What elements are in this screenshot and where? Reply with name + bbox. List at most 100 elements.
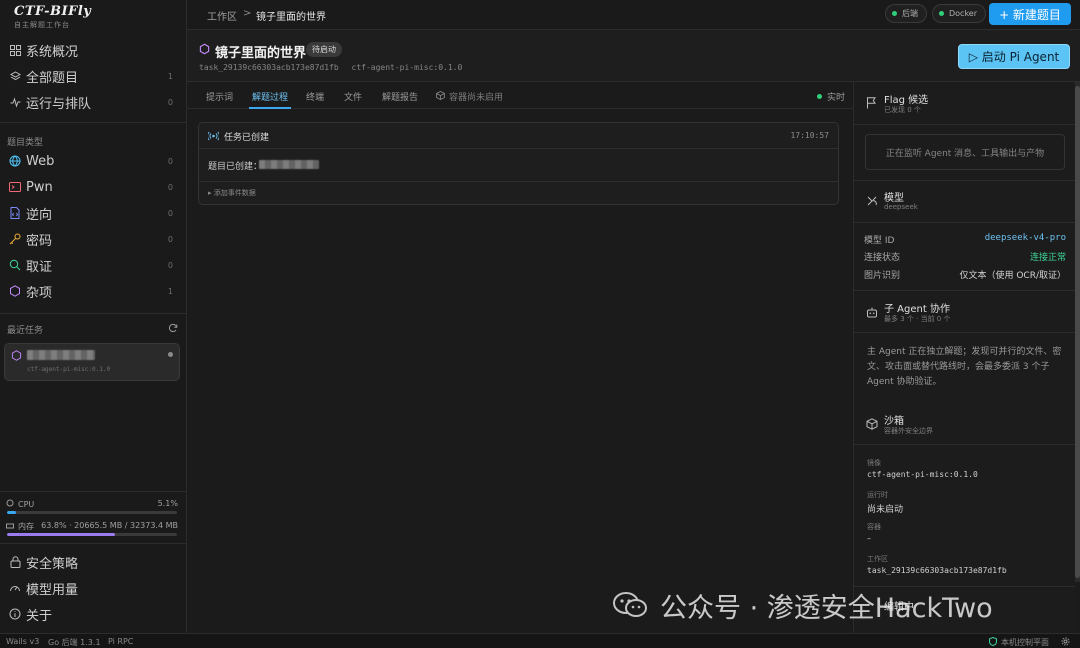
brand-logo[interactable]: CTF-BIFly 自主解题工作台 — [14, 4, 91, 30]
brand-name: CTF-BIFly — [14, 4, 92, 19]
divider — [854, 444, 1075, 445]
activity-icon — [9, 96, 21, 108]
nav-overview[interactable]: 系统概况 — [0, 38, 186, 62]
model-title: 模型 — [884, 193, 904, 204]
status-pi-rpc: Pi RPC — [108, 637, 134, 646]
recent-task-image: ctf-agent-pi-misc:0.1.0 — [27, 366, 111, 373]
docker-status-pill[interactable]: Docker — [932, 4, 987, 23]
main-panel: 提示词 解题过程 终端 文件 解题报告 容器尚未启用 实时 任务已创建 17:1… — [187, 82, 853, 633]
nav-all-challenges[interactable]: 全部题目 1 — [0, 64, 186, 88]
tab-container-label: 容器尚未启用 — [449, 93, 504, 103]
watermark: 公众号 · 渗透安全HackTwo — [612, 590, 993, 624]
nav-category-forensics[interactable]: 取证 0 — [0, 253, 186, 277]
layers-icon — [9, 70, 21, 82]
tab-container[interactable]: 容器尚未启用 — [436, 90, 503, 103]
tab-files[interactable]: 文件 — [344, 90, 362, 103]
gauge-icon — [9, 582, 21, 594]
nav-count: 0 — [167, 97, 173, 107]
nav-security-policy[interactable]: 安全策略 — [0, 550, 186, 574]
breadcrumb-root[interactable]: 工作区 — [207, 8, 237, 23]
tab-report[interactable]: 解题报告 — [382, 90, 418, 103]
flag-title: Flag 候选 — [884, 95, 929, 106]
gear-icon[interactable] — [1061, 637, 1070, 648]
bot-icon — [866, 306, 878, 318]
nav-runs-queue[interactable]: 运行与排队 0 — [0, 90, 186, 114]
nav-count: 0 — [167, 156, 173, 166]
tab-terminal[interactable]: 终端 — [306, 90, 324, 103]
nav-label: 运行与排队 — [26, 96, 92, 112]
recent-heading: 最近任务 — [7, 326, 44, 336]
connection-row: 连接状态 连接正常 — [864, 250, 1066, 263]
hexagon-icon — [199, 43, 210, 58]
watermark-text: 公众号 · 渗透安全HackTwo — [660, 592, 993, 624]
new-challenge-button[interactable]: + 新建题目 — [989, 3, 1071, 25]
nav-category-pwn[interactable]: Pwn 0 — [0, 175, 186, 199]
nav-category-reverse[interactable]: 逆向 0 — [0, 201, 186, 225]
search-icon — [9, 259, 21, 271]
sandbox-runtime-value: 尚未启动 — [867, 505, 904, 515]
redacted-task-name — [27, 350, 95, 360]
cpu-bar — [7, 511, 177, 514]
refresh-icon[interactable] — [168, 322, 178, 336]
task-id: task_29139c66303acb173e87d1fb — [199, 63, 339, 72]
expand-event-data[interactable]: ▸ 添加事件数据 — [208, 188, 256, 198]
nav-label: 密码 — [26, 233, 53, 249]
sidebar: CTF-BIFly 自主解题工作台 系统概况 全部题目 1 运行与排队 0 题目… — [0, 0, 187, 633]
subagents-description: 主 Agent 正在独立解题；发现可并行的文件、密文、攻击面或替代路线时，会最多… — [867, 347, 1062, 387]
right-panel: Flag 候选 已发现 0 个 正在监听 Agent 消息、工具输出与产物 模型… — [853, 82, 1075, 633]
divider — [199, 148, 838, 149]
subagents-title: 子 Agent 协作 — [884, 304, 950, 315]
backend-status-label: 后端 — [902, 9, 918, 18]
control-plane-indicator: 本机控制平面 — [989, 636, 1049, 648]
nav-label: 安全策略 — [26, 556, 79, 572]
lock-icon — [9, 556, 21, 568]
sandbox-workspace-value: task_29139c66303acb173e87d1fb — [867, 566, 1007, 575]
sandbox-runtime-label: 运行时 — [867, 491, 888, 499]
nav-count: 0 — [167, 208, 173, 218]
backend-status-pill[interactable]: 后端 — [885, 4, 927, 23]
nav-count: 0 — [167, 260, 173, 270]
active-tab-indicator — [249, 107, 291, 109]
memory-row: 内存 63.8% · 20665.5 MB / 32373.4 MB — [6, 521, 178, 532]
model-id-key: 模型 ID — [864, 236, 895, 246]
image-recognition-row: 图片识别 仅文本（使用 OCR/取证） — [864, 268, 1066, 281]
tab-solving-process[interactable]: 解题过程 — [252, 90, 288, 103]
memory-label: 内存 — [18, 522, 34, 531]
status-dot — [939, 11, 944, 16]
event-title: 任务已创建 — [224, 133, 270, 143]
docker-status-label: Docker — [949, 9, 978, 18]
memory-icon — [6, 522, 14, 532]
model-id-value: deepseek-v4-pro — [984, 233, 1066, 243]
memory-bar-fill — [7, 533, 116, 536]
sandbox-image-value: ctf-agent-pi-misc:0.1.0 — [867, 470, 978, 479]
scrollbar-thumb[interactable] — [1075, 86, 1080, 578]
nav-label: 取证 — [26, 259, 53, 275]
nav-category-crypto[interactable]: 密码 0 — [0, 227, 186, 251]
event-body: 题目已创建： — [208, 162, 263, 172]
status-bar: Wails v3 Go 后端 1.3.1 Pi RPC 本机控制平面 — [0, 633, 1080, 648]
nav-count: 1 — [167, 71, 173, 81]
live-label: 实时 — [827, 93, 846, 103]
nav-label: 全部题目 — [26, 70, 79, 86]
divider — [854, 290, 1075, 291]
status-dot — [892, 11, 897, 16]
model-icon — [866, 195, 878, 207]
grid-icon — [9, 44, 21, 56]
nav-category-web[interactable]: Web 0 — [0, 149, 186, 173]
file-code-icon — [9, 207, 21, 219]
tab-prompt[interactable]: 提示词 — [206, 90, 233, 103]
launch-agent-button[interactable]: ▷ 启动 Pi Agent — [958, 44, 1070, 69]
divider — [199, 181, 838, 182]
nav-about[interactable]: 关于 — [0, 602, 186, 626]
nav-category-misc[interactable]: 杂项 1 — [0, 279, 186, 303]
nav-label: 关于 — [26, 608, 53, 624]
divider — [0, 313, 186, 314]
nav-label: 杂项 — [26, 285, 53, 301]
recent-task-card[interactable]: ctf-agent-pi-misc:0.1.0 — [4, 343, 180, 381]
event-card: 任务已创建 17:10:57 题目已创建： ▸ 添加事件数据 — [198, 122, 839, 205]
nav-model-usage[interactable]: 模型用量 — [0, 576, 186, 600]
divider — [854, 124, 1075, 125]
nav-count: 1 — [167, 286, 173, 296]
nav-label: 系统概况 — [26, 44, 79, 60]
status-wails: Wails v3 — [6, 637, 40, 646]
